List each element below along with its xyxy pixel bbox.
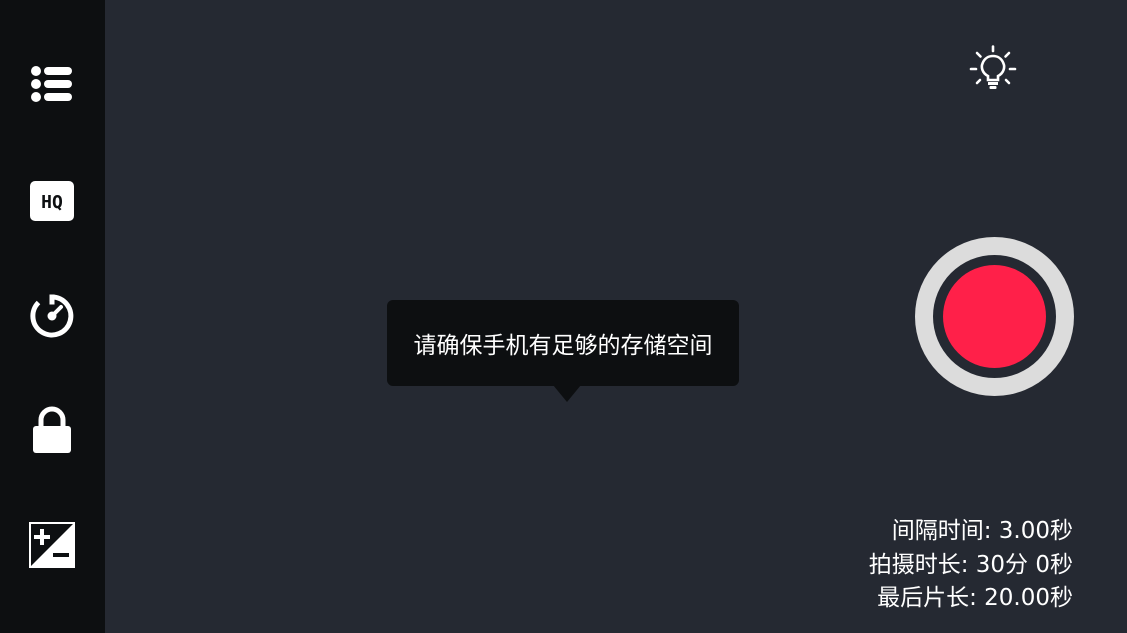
camera-screen: HQ 请确保手机有足够的存储空间 间隔时间: 3.00秒 拍摄时长: 30分 0… <box>0 0 1127 633</box>
timelapse-info: 间隔时间: 3.00秒 拍摄时长: 30分 0秒 最后片长: 20.00秒 <box>869 515 1073 616</box>
tooltip-arrow <box>553 385 581 402</box>
interval-text: 间隔时间: 3.00秒 <box>891 518 1073 544</box>
lock-icon <box>33 406 71 453</box>
list-icon <box>31 66 72 102</box>
lock-button[interactable] <box>22 400 82 460</box>
record-button[interactable] <box>915 237 1074 396</box>
flash-toggle[interactable] <box>966 42 1020 94</box>
list-button[interactable] <box>22 55 82 115</box>
final-length-text: 最后片长: 20.00秒 <box>877 585 1073 611</box>
record-icon <box>943 265 1046 368</box>
timer-button[interactable] <box>22 286 82 346</box>
sidebar: HQ <box>0 0 105 633</box>
tooltip-text: 请确保手机有足够的存储空间 <box>413 333 713 359</box>
hq-button[interactable]: HQ <box>22 171 82 231</box>
duration-text: 拍摄时长: 30分 0秒 <box>868 551 1073 578</box>
lightbulb-icon <box>969 45 1017 89</box>
hq-label: HQ <box>41 192 63 213</box>
timer-icon <box>30 294 74 338</box>
hq-icon: HQ <box>30 181 74 221</box>
exposure-button[interactable] <box>22 515 82 575</box>
storage-tooltip: 请确保手机有足够的存储空间 <box>387 300 739 386</box>
exposure-icon <box>29 522 75 568</box>
